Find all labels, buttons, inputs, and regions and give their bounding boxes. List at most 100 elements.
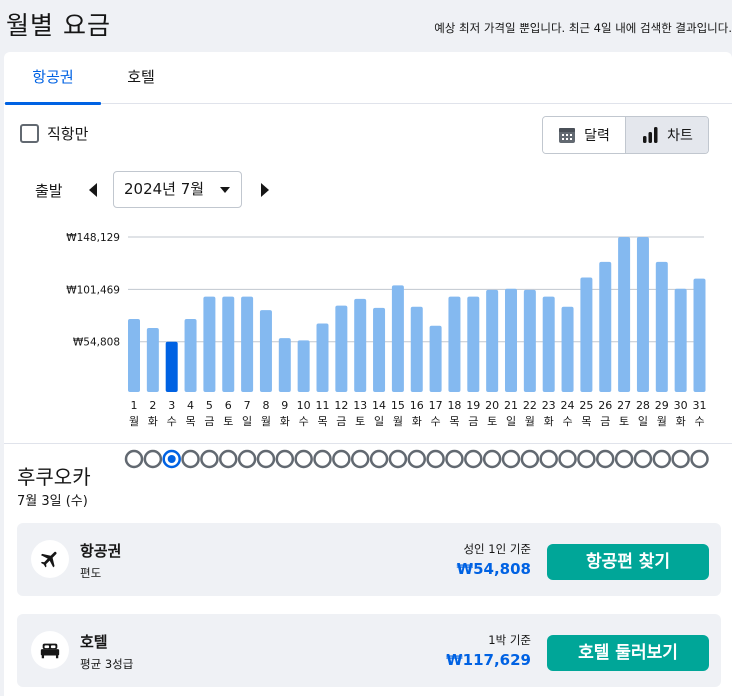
- weekday-label: 수: [431, 415, 441, 428]
- calendar-view-button[interactable]: 달력: [543, 117, 626, 153]
- price-bar[interactable]: [599, 261, 612, 392]
- day-number-label: 6: [225, 399, 232, 412]
- price-bar[interactable]: [674, 288, 687, 392]
- price-bar[interactable]: [146, 328, 159, 392]
- price-bar[interactable]: [241, 296, 254, 392]
- day-number-label: 22: [523, 399, 537, 412]
- day-selector-dot[interactable]: [237, 449, 257, 469]
- day-selector-dot[interactable]: [690, 449, 709, 469]
- price-bar[interactable]: [128, 319, 140, 392]
- direct-only-checkbox[interactable]: [20, 124, 39, 143]
- price-bar[interactable]: [165, 341, 178, 392]
- price-bar[interactable]: [467, 296, 480, 392]
- day-selector-dot[interactable]: [332, 449, 351, 469]
- day-number-label: 10: [297, 399, 311, 412]
- day-selector-dot[interactable]: [200, 449, 219, 469]
- day-number-label: 17: [429, 399, 443, 412]
- day-selector-dot[interactable]: [539, 449, 558, 469]
- weekday-label: 일: [242, 414, 252, 428]
- price-bar[interactable]: [693, 278, 706, 392]
- price-bar[interactable]: [580, 277, 593, 392]
- tab-flights[interactable]: 항공권: [5, 52, 101, 105]
- day-selector-dot[interactable]: [294, 449, 313, 469]
- selected-date: 7월 3일 (수): [17, 494, 88, 509]
- price-bar[interactable]: [222, 296, 235, 392]
- price-bar[interactable]: [523, 289, 536, 392]
- day-selector-dot[interactable]: [501, 449, 521, 469]
- price-bar[interactable]: [505, 288, 517, 392]
- price-bar[interactable]: [542, 296, 555, 392]
- day-number-label: 26: [598, 399, 612, 412]
- selected-day-dot: [167, 455, 176, 463]
- y-tick-label: ₩148,129: [66, 232, 120, 244]
- day-selector-dot[interactable]: [464, 449, 483, 469]
- day-selector-dot[interactable]: [596, 449, 615, 469]
- y-tick-label: ₩101,469: [66, 284, 120, 296]
- price-bar[interactable]: [259, 310, 272, 392]
- weekday-label: 금: [204, 415, 214, 428]
- day-selector-dot[interactable]: [350, 449, 370, 469]
- price-bar[interactable]: [448, 296, 461, 392]
- price-bar[interactable]: [354, 298, 367, 392]
- tab-hotels[interactable]: 호텔: [101, 52, 181, 104]
- price-bar[interactable]: [316, 323, 329, 392]
- weekday-label: 목: [317, 415, 327, 428]
- browse-hotels-button[interactable]: 호텔 둘러보기: [547, 635, 709, 671]
- day-selector-dot[interactable]: [426, 449, 445, 469]
- day-number-label: 9: [281, 399, 288, 412]
- price-bar[interactable]: [297, 340, 310, 392]
- price-bar[interactable]: [278, 338, 291, 392]
- departure-label: 출발: [35, 182, 63, 200]
- day-number-label: 5: [206, 399, 213, 412]
- price-bar[interactable]: [410, 306, 423, 392]
- day-number-label: 31: [693, 399, 707, 412]
- price-bar[interactable]: [203, 296, 216, 392]
- y-tick-label: ₩54,808: [73, 337, 120, 349]
- day-selector-dot[interactable]: [558, 449, 577, 469]
- day-selector-dot[interactable]: [652, 449, 672, 469]
- day-selector-dot[interactable]: [445, 449, 464, 469]
- day-selector-dot[interactable]: [275, 449, 295, 469]
- day-number-label: 21: [504, 399, 518, 412]
- chart-view-button[interactable]: 차트: [626, 117, 708, 153]
- day-selector-dot[interactable]: [614, 449, 634, 469]
- day-selector-dot[interactable]: [256, 449, 276, 469]
- weekday-label: 화: [280, 415, 290, 428]
- day-selector-dot[interactable]: [124, 449, 144, 469]
- price-bar[interactable]: [373, 307, 386, 392]
- month-select-value: 2024년 7월: [124, 180, 205, 198]
- weekday-label: 금: [468, 415, 478, 428]
- day-number-label: 12: [334, 399, 348, 412]
- price-bar[interactable]: [655, 261, 668, 392]
- find-flights-button[interactable]: 항공편 찾기: [547, 544, 709, 580]
- day-selector-dot[interactable]: [181, 449, 200, 469]
- day-number-label: 20: [485, 399, 499, 412]
- day-selector-dot[interactable]: [143, 449, 163, 469]
- price-bar[interactable]: [486, 289, 499, 392]
- next-month-arrow-icon[interactable]: [256, 180, 272, 200]
- weekday-label: 금: [336, 415, 346, 428]
- day-selector-dot[interactable]: [482, 449, 502, 469]
- month-select[interactable]: 2024년 7월: [113, 171, 242, 208]
- day-selector-dot[interactable]: [219, 449, 238, 469]
- day-selector-dot[interactable]: [388, 449, 408, 469]
- flight-result-row: 항공권 편도 성인 1인 기준 ₩54,808 항공편 찾기: [17, 523, 721, 596]
- price-bar[interactable]: [391, 285, 404, 392]
- price-bar[interactable]: [618, 237, 631, 392]
- day-selector-dot[interactable]: [671, 449, 690, 469]
- day-selector-dot[interactable]: [369, 449, 389, 469]
- day-selector-dot[interactable]: [520, 449, 540, 469]
- price-bar[interactable]: [561, 306, 574, 392]
- weekday-label: 월: [393, 415, 403, 428]
- chevron-down-icon: [220, 187, 230, 193]
- price-bar[interactable]: [429, 325, 442, 392]
- price-bar[interactable]: [636, 237, 649, 392]
- previous-month-arrow-icon[interactable]: [86, 180, 102, 200]
- weekday-label: 월: [657, 415, 667, 428]
- day-selector-dot[interactable]: [633, 449, 653, 469]
- day-selector-dot[interactable]: [313, 449, 332, 469]
- day-selector-dot[interactable]: [407, 449, 426, 469]
- day-selector-dot[interactable]: [577, 449, 596, 469]
- price-bar[interactable]: [184, 319, 197, 392]
- price-bar[interactable]: [335, 305, 348, 392]
